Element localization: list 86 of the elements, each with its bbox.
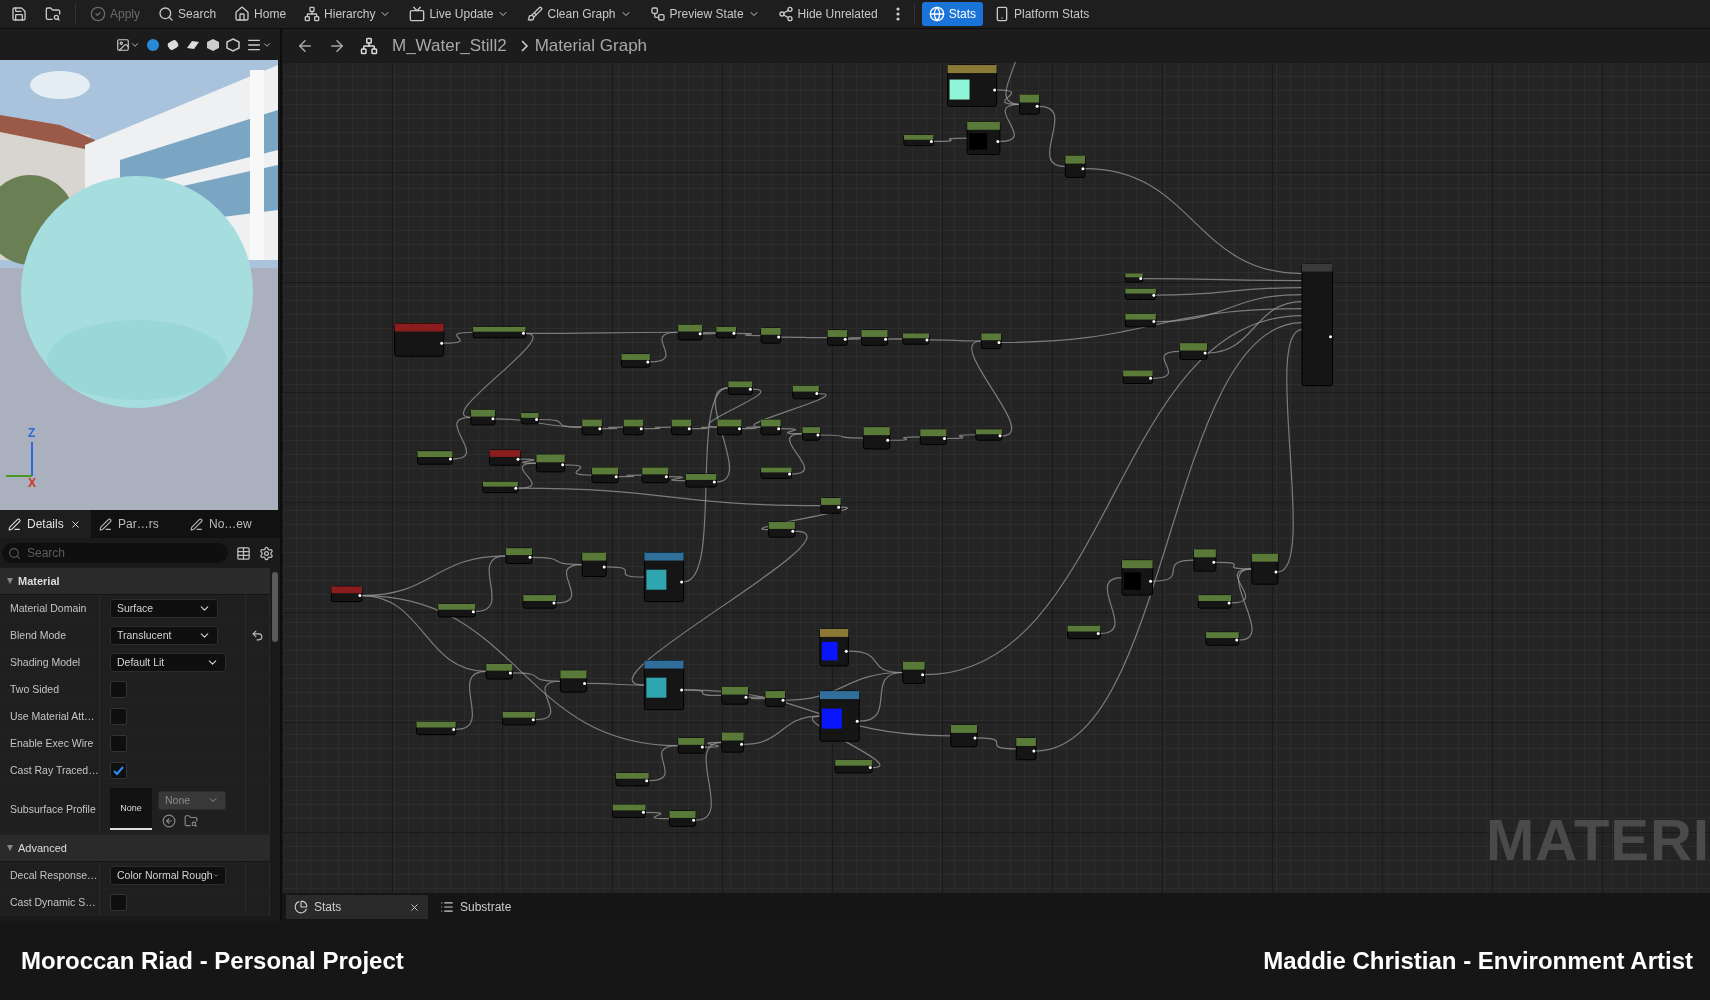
toolbar-button[interactable]: Stats xyxy=(921,2,983,26)
section-title: Material xyxy=(18,575,60,587)
workflow-icon xyxy=(649,6,666,22)
breadcrumb-item[interactable]: M_Water_Still2 xyxy=(392,35,507,56)
checkbox[interactable] xyxy=(110,893,127,911)
checkbox[interactable] xyxy=(110,680,127,698)
tab-label: Substrate xyxy=(460,900,512,914)
property-label: Blend Mode xyxy=(0,622,100,648)
brush-icon xyxy=(527,6,544,22)
toolbar-button[interactable]: Preview State xyxy=(642,2,767,26)
dropdown[interactable]: Surface xyxy=(110,598,218,618)
close-icon[interactable] xyxy=(69,518,81,530)
toolbar-button[interactable]: Home xyxy=(227,2,294,26)
phone-icon xyxy=(994,6,1010,22)
pencil-icon xyxy=(190,517,203,531)
panel-tab[interactable]: Details xyxy=(0,510,91,538)
scrollbar-thumb[interactable] xyxy=(272,572,278,642)
section-header[interactable]: Advanced xyxy=(0,835,270,862)
check-circle-icon xyxy=(90,6,106,22)
property-label: Use Material Att… xyxy=(0,703,100,729)
section-header[interactable]: Material xyxy=(0,568,270,595)
panel-tab[interactable]: Substrate xyxy=(432,895,520,919)
nodes-icon xyxy=(777,6,794,22)
axis-label: Z xyxy=(28,426,36,440)
dropdown[interactable]: None xyxy=(158,790,226,810)
checkbox[interactable] xyxy=(110,707,127,725)
search-icon xyxy=(8,546,21,560)
home-icon xyxy=(234,6,251,22)
property-label: Enable Exec Wire xyxy=(0,730,100,756)
toolbar-button[interactable]: Live Update xyxy=(402,2,517,26)
asset-thumbnail[interactable]: None xyxy=(110,788,152,830)
breadcrumb-item[interactable]: Material Graph xyxy=(534,35,648,56)
caret-icon xyxy=(7,578,13,584)
section-title: Advanced xyxy=(18,842,67,854)
toolbar-button[interactable]: Clean Graph xyxy=(520,2,639,26)
tab-label: Stats xyxy=(314,900,342,914)
sphere-icon[interactable] xyxy=(146,37,160,52)
caption: Maddie Christian - Environment Artist xyxy=(1263,946,1693,975)
toolbar-button[interactable]: Platform Stats xyxy=(987,2,1097,26)
save-icon xyxy=(11,6,27,22)
search-placeholder: Search xyxy=(27,546,66,560)
axis-label: X xyxy=(28,476,36,490)
checkbox[interactable] xyxy=(110,761,127,779)
tab-label: Details xyxy=(27,517,64,531)
reset-icon[interactable] xyxy=(251,628,264,642)
pencil-icon xyxy=(8,517,21,531)
use-asset-icon[interactable] xyxy=(162,813,176,828)
toolbar-button[interactable]: Hide Unrelated xyxy=(770,2,885,26)
toolbar-button[interactable]: Search xyxy=(151,2,224,26)
stats-icon xyxy=(294,900,308,914)
more-icon xyxy=(895,7,900,21)
pencil-icon xyxy=(99,517,112,531)
tv-icon xyxy=(409,6,426,22)
property-label: Two Sided xyxy=(0,676,100,702)
graph-icon xyxy=(360,36,378,55)
tab-label: Par…rs xyxy=(118,517,159,531)
caption: Moroccan Riad - Personal Project xyxy=(21,946,404,975)
check-icon xyxy=(113,764,124,776)
list-icon xyxy=(440,900,454,914)
panel-tab[interactable]: Stats xyxy=(286,895,428,919)
dropdown[interactable]: Default Lit xyxy=(110,652,226,672)
property-label: Decal Response… xyxy=(0,862,100,888)
property-label: Material Domain xyxy=(0,595,100,621)
panel-tab[interactable]: No…ew xyxy=(182,510,273,538)
browse-icon[interactable] xyxy=(184,813,198,828)
dropdown[interactable]: Color Normal Rough xyxy=(110,865,226,885)
hierarchy-icon xyxy=(304,6,321,22)
chevron-icon xyxy=(520,39,529,52)
caret-icon xyxy=(7,845,13,851)
property-label: Subsurface Profile xyxy=(0,784,100,834)
globe-icon xyxy=(928,6,945,22)
property-label: Cast Dynamic S… xyxy=(0,889,100,915)
folder-search-icon xyxy=(45,6,61,22)
dropdown[interactable]: Translucent xyxy=(110,625,218,645)
search-icon xyxy=(158,6,175,22)
panel-tab[interactable]: Par…rs xyxy=(91,510,182,538)
checkbox[interactable] xyxy=(110,734,127,752)
settings-icon[interactable] xyxy=(259,545,274,561)
close-icon[interactable] xyxy=(409,901,420,913)
toolbar-button[interactable]: Hierarchy xyxy=(297,2,399,26)
property-label: Shading Model xyxy=(0,649,100,675)
tab-label: No…ew xyxy=(209,517,252,531)
view-mode-icon[interactable] xyxy=(116,37,140,52)
cube-icon[interactable] xyxy=(206,37,220,52)
property-label: Cast Ray Traced… xyxy=(0,757,100,783)
table-icon[interactable] xyxy=(236,545,251,561)
